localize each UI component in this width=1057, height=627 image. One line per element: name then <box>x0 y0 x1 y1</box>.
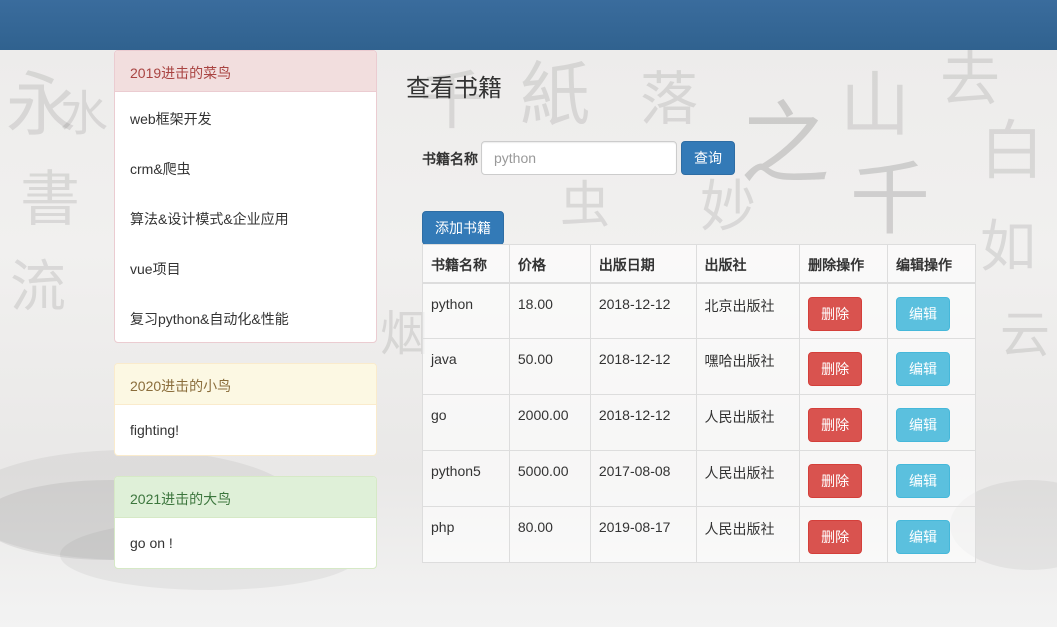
header-book-name: 书籍名称 <box>422 244 510 284</box>
delete-button[interactable]: 删除 <box>808 296 863 331</box>
cell-delete: 删除 <box>799 338 889 395</box>
panel-2020-title: 2020进击的小鸟 <box>115 364 376 405</box>
header-publish-date: 出版日期 <box>589 244 697 284</box>
table-row: go 2000.00 2018-12-12 人民出版社 删除 编辑 <box>422 394 976 451</box>
edit-button[interactable]: 编辑 <box>896 296 951 331</box>
cell-price: 50.00 <box>508 338 591 395</box>
cell-publish-date: 2017-08-08 <box>589 450 697 507</box>
cell-publish-date: 2018-12-12 <box>589 338 697 395</box>
cell-book-name: php <box>422 506 510 563</box>
cell-edit: 编辑 <box>887 282 976 339</box>
query-button[interactable]: 查询 <box>681 141 735 175</box>
cell-delete: 删除 <box>799 282 889 339</box>
sidebar-item-review-python[interactable]: 复习python&自动化&性能 <box>115 292 376 342</box>
top-navbar <box>0 0 1057 50</box>
cell-price: 18.00 <box>508 282 591 339</box>
search-label: 书籍名称 <box>422 151 478 167</box>
cell-edit: 编辑 <box>887 450 976 507</box>
panel-2019-title: 2019进击的菜鸟 <box>115 51 376 92</box>
cell-price: 5000.00 <box>508 450 591 507</box>
panel-2021: 2021进击的大鸟 go on ! <box>114 476 377 569</box>
add-book-button[interactable]: 添加书籍 <box>422 211 504 245</box>
page-title: 查看书籍 <box>406 75 502 102</box>
edit-button[interactable]: 编辑 <box>896 408 951 442</box>
cell-publisher: 人民出版社 <box>695 450 801 507</box>
header-edit-action: 编辑操作 <box>887 244 976 284</box>
panel-2020-body: fighting! <box>130 422 180 438</box>
cell-book-name: go <box>422 394 510 451</box>
edit-button[interactable]: 编辑 <box>896 464 951 498</box>
panel-2020: 2020进击的小鸟 fighting! <box>114 363 377 456</box>
header-price: 价格 <box>508 244 591 284</box>
cell-delete: 删除 <box>799 394 889 451</box>
edit-button[interactable]: 编辑 <box>896 352 951 386</box>
table-row: python5 5000.00 2017-08-08 人民出版社 删除 编辑 <box>422 450 976 507</box>
cell-publish-date: 2019-08-17 <box>589 506 697 563</box>
delete-button[interactable]: 删除 <box>808 352 863 386</box>
panel-2019: 2019进击的菜鸟 web框架开发 crm&爬虫 算法&设计模式&企业应用 vu… <box>114 50 377 343</box>
table-row: java 50.00 2018-12-12 嘿哈出版社 删除 编辑 <box>422 338 976 395</box>
panel-2021-body: go on ! <box>130 535 173 551</box>
cell-book-name: java <box>422 338 510 395</box>
table-header-row: 书籍名称 价格 出版日期 出版社 删除操作 编辑操作 <box>422 244 976 284</box>
sidebar-item-crm-spider[interactable]: crm&爬虫 <box>115 142 376 192</box>
cell-delete: 删除 <box>799 450 889 507</box>
header-publisher: 出版社 <box>695 244 801 284</box>
sidebar-item-algorithms[interactable]: 算法&设计模式&企业应用 <box>115 192 376 242</box>
table-row: php 80.00 2019-08-17 人民出版社 删除 编辑 <box>422 506 976 563</box>
table-row: python 18.00 2018-12-12 北京出版社 删除 编辑 <box>422 282 976 339</box>
delete-button[interactable]: 删除 <box>808 520 863 554</box>
cell-publish-date: 2018-12-12 <box>589 282 697 339</box>
edit-button[interactable]: 编辑 <box>896 520 951 554</box>
cell-book-name: python5 <box>422 450 510 507</box>
cell-book-name: python <box>422 282 510 339</box>
cell-price: 2000.00 <box>508 394 591 451</box>
cell-publisher: 人民出版社 <box>695 394 801 451</box>
cell-publisher: 人民出版社 <box>695 506 801 563</box>
cell-publisher: 嘿哈出版社 <box>695 338 801 395</box>
panel-2021-title: 2021进击的大鸟 <box>115 477 376 518</box>
delete-button[interactable]: 删除 <box>808 408 863 442</box>
cell-delete: 删除 <box>799 506 889 563</box>
sidebar-item-web-framework[interactable]: web框架开发 <box>115 92 376 142</box>
search-input[interactable] <box>481 141 677 175</box>
cell-edit: 编辑 <box>887 506 976 563</box>
header-delete-action: 删除操作 <box>799 244 889 284</box>
cell-edit: 编辑 <box>887 394 976 451</box>
sidebar-item-vue-project[interactable]: vue项目 <box>115 242 376 292</box>
cell-publisher: 北京出版社 <box>695 282 801 339</box>
cell-publish-date: 2018-12-12 <box>589 394 697 451</box>
delete-button[interactable]: 删除 <box>808 464 863 498</box>
cell-edit: 编辑 <box>887 338 976 395</box>
cell-price: 80.00 <box>508 506 591 563</box>
books-table: 书籍名称 价格 出版日期 出版社 删除操作 编辑操作 python 18.00 … <box>422 244 976 563</box>
